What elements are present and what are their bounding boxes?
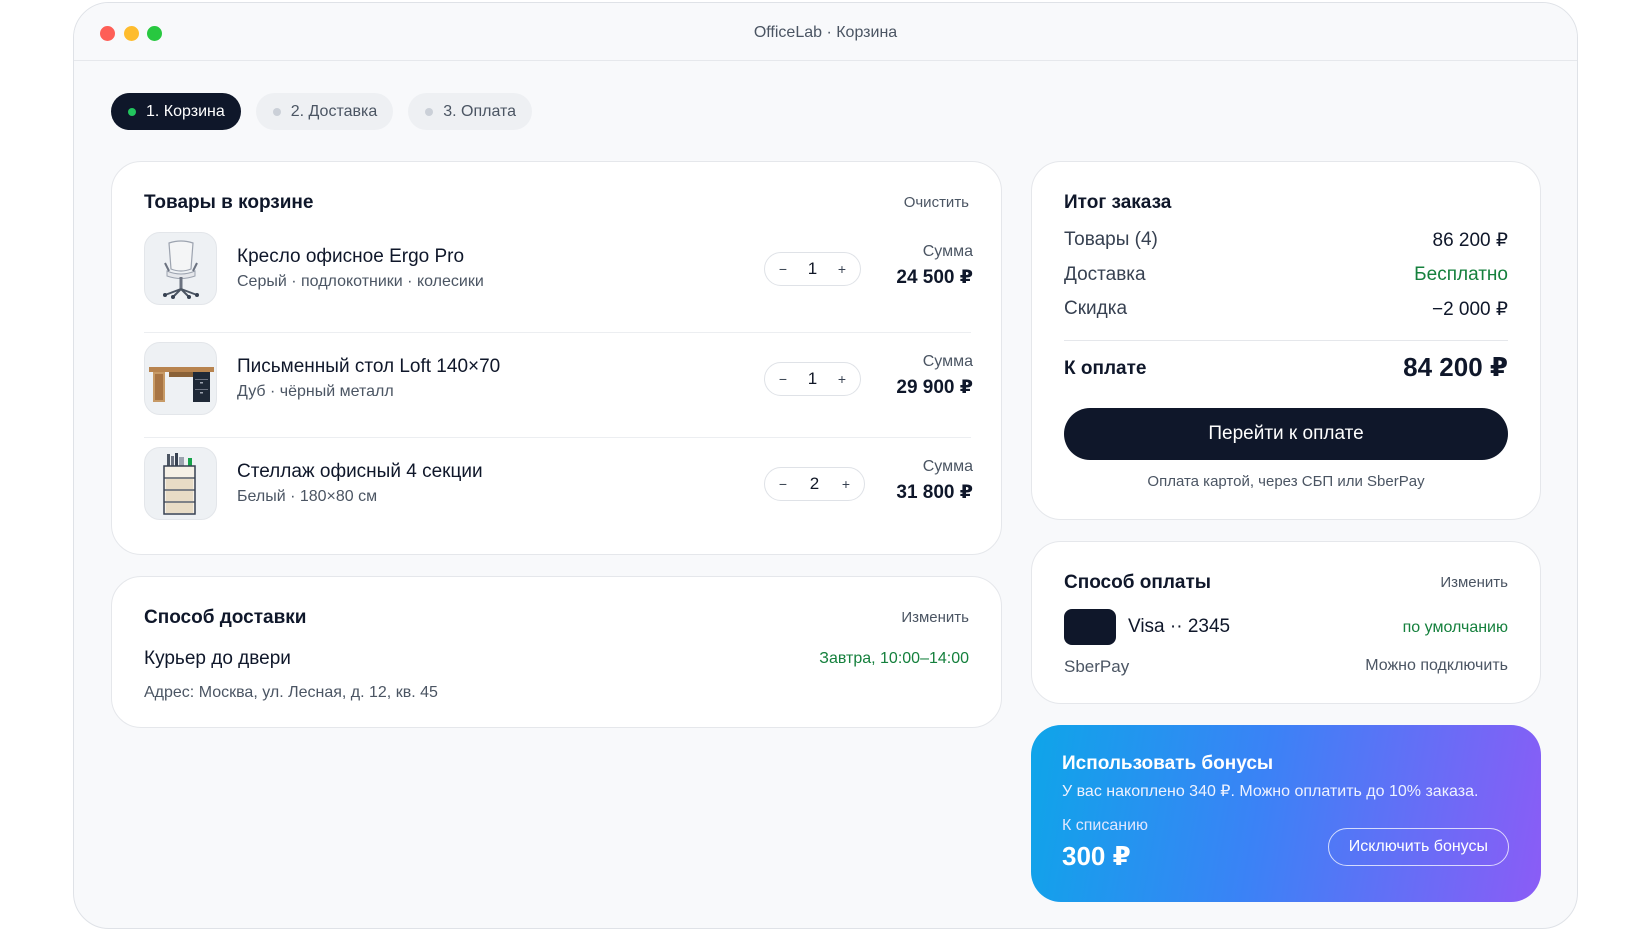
delivery-method: Курьер до двери — [144, 648, 291, 669]
bank-card-icon — [1064, 609, 1116, 645]
change-payment-button[interactable]: Изменить — [1440, 574, 1508, 591]
increase-quantity-button[interactable]: + — [836, 261, 848, 277]
step-delivery[interactable]: 2. Доставка — [255, 93, 394, 130]
checkout-steps: 1. Корзина 2. Доставка 3. Оплата — [111, 93, 533, 130]
decrease-quantity-button[interactable]: − — [777, 476, 789, 492]
item-sum-value: 29 900 ₽ — [896, 377, 973, 398]
connect-sberpay-link[interactable]: Можно подключить — [1365, 657, 1508, 675]
quantity-stepper: − 1 + — [764, 252, 861, 286]
step-dot-icon — [425, 107, 434, 116]
divider — [1064, 340, 1508, 341]
summary-row-goods: Товары (4) 86 200 ₽ — [1064, 229, 1508, 251]
shelving-icon — [144, 447, 217, 520]
payment-method-card: Способ оплаты Изменить Visa ·· 2345 по у… — [1031, 541, 1541, 704]
delivery-title: Способ доставки — [144, 607, 307, 628]
step-label: 3. Оплата — [443, 102, 517, 120]
delivery-time: Завтра, 10:00–14:00 — [819, 650, 969, 667]
increase-quantity-button[interactable]: + — [840, 476, 852, 492]
item-name[interactable]: Стеллаж офисный 4 секции — [237, 461, 483, 483]
item-sum-value: 31 800 ₽ — [896, 482, 973, 503]
decrease-quantity-button[interactable]: − — [777, 261, 789, 277]
item-name[interactable]: Письменный стол Loft 140×70 — [237, 356, 500, 378]
increase-quantity-button[interactable]: + — [836, 371, 848, 387]
bonus-card: Использовать бонусы У вас накоплено 340 … — [1031, 725, 1541, 902]
step-dot-icon — [272, 107, 281, 116]
item-description: Дуб · чёрный металл — [237, 383, 394, 400]
order-summary-card: Итог заказа Товары (4) 86 200 ₽ Доставка… — [1031, 161, 1541, 520]
item-description: Серый · подлокотники · колесики — [237, 273, 484, 290]
summary-row-value: 86 200 ₽ — [1432, 230, 1508, 251]
cart-item: Стеллаж офисный 4 секции Белый · 180×80 … — [144, 447, 973, 557]
sberpay-label: SberPay — [1064, 657, 1130, 676]
item-sum-label: Сумма — [922, 243, 973, 260]
divider — [144, 437, 971, 438]
total-label: К оплате — [1064, 358, 1147, 379]
cart-card: Товары в корзине Очистить Кресло офисное… — [111, 161, 1002, 555]
clear-cart-button[interactable]: Очистить — [904, 194, 969, 211]
quantity-value[interactable]: 1 — [808, 369, 817, 389]
delivery-card: Способ доставки Изменить Курьер до двери… — [111, 576, 1002, 728]
step-label: 1. Корзина — [146, 102, 225, 120]
proceed-to-payment-button[interactable]: Перейти к оплате — [1064, 408, 1508, 460]
cart-title: Товары в корзине — [144, 192, 314, 213]
step-dot-icon — [128, 107, 136, 116]
payment-card-label[interactable]: Visa ·· 2345 — [1128, 616, 1230, 638]
total-value: 84 200 ₽ — [1403, 352, 1508, 382]
default-badge: по умолчанию — [1402, 619, 1508, 636]
step-cart[interactable]: 1. Корзина — [111, 93, 241, 130]
quantity-value[interactable]: 1 — [808, 259, 817, 279]
item-name[interactable]: Кресло офисное Ergo Pro — [237, 246, 464, 268]
step-payment[interactable]: 3. Оплата — [408, 93, 533, 130]
summary-row-value: Бесплатно — [1414, 264, 1508, 285]
delivery-address: Адрес: Москва, ул. Лесная, д. 12, кв. 45 — [144, 684, 438, 701]
cart-item: Кресло офисное Ergo Pro Серый · подлокот… — [144, 232, 973, 342]
window-title: OfficeLab · Корзина — [753, 24, 898, 41]
cart-item: Письменный стол Loft 140×70 Дуб · чёрный… — [144, 342, 973, 452]
desk-icon — [144, 342, 217, 415]
summary-row-discount: Скидка −2 000 ₽ — [1064, 298, 1508, 320]
payment-title: Способ оплаты — [1064, 572, 1211, 593]
step-label: 2. Доставка — [290, 102, 378, 120]
bonus-title: Использовать бонусы — [1062, 753, 1274, 774]
title-bar: OfficeLab · Корзина — [74, 3, 1577, 61]
summary-row-label: Товары (4) — [1064, 229, 1158, 250]
summary-title: Итог заказа — [1064, 192, 1172, 213]
summary-row-label: Доставка — [1064, 264, 1146, 285]
quantity-stepper: − 1 + — [764, 362, 861, 396]
item-description: Белый · 180×80 см — [237, 488, 378, 505]
item-sum-label: Сумма — [922, 353, 973, 370]
quantity-stepper: − 2 + — [764, 467, 865, 501]
bonus-subtitle: У вас накоплено 340 ₽. Можно оплатить до… — [1062, 783, 1479, 800]
bonus-amount-value: 300 ₽ — [1062, 841, 1131, 871]
bonus-amount-label: К списанию — [1062, 817, 1149, 834]
change-delivery-button[interactable]: Изменить — [901, 609, 969, 626]
summary-row-label: Скидка — [1064, 298, 1128, 319]
summary-row-value: −2 000 ₽ — [1431, 299, 1508, 320]
payment-note: Оплата картой, через СБП или SberPay — [1147, 473, 1425, 490]
decrease-quantity-button[interactable]: − — [777, 371, 789, 387]
exclude-bonuses-button[interactable]: Исключить бонусы — [1327, 828, 1509, 866]
office-chair-icon — [144, 232, 217, 305]
item-sum-value: 24 500 ₽ — [896, 267, 973, 288]
item-sum-label: Сумма — [922, 458, 973, 475]
quantity-value[interactable]: 2 — [810, 474, 819, 494]
divider — [144, 332, 971, 333]
summary-row-delivery: Доставка Бесплатно — [1064, 264, 1508, 286]
app-window: OfficeLab · Корзина 1. Корзина 2. Достав… — [73, 2, 1578, 929]
